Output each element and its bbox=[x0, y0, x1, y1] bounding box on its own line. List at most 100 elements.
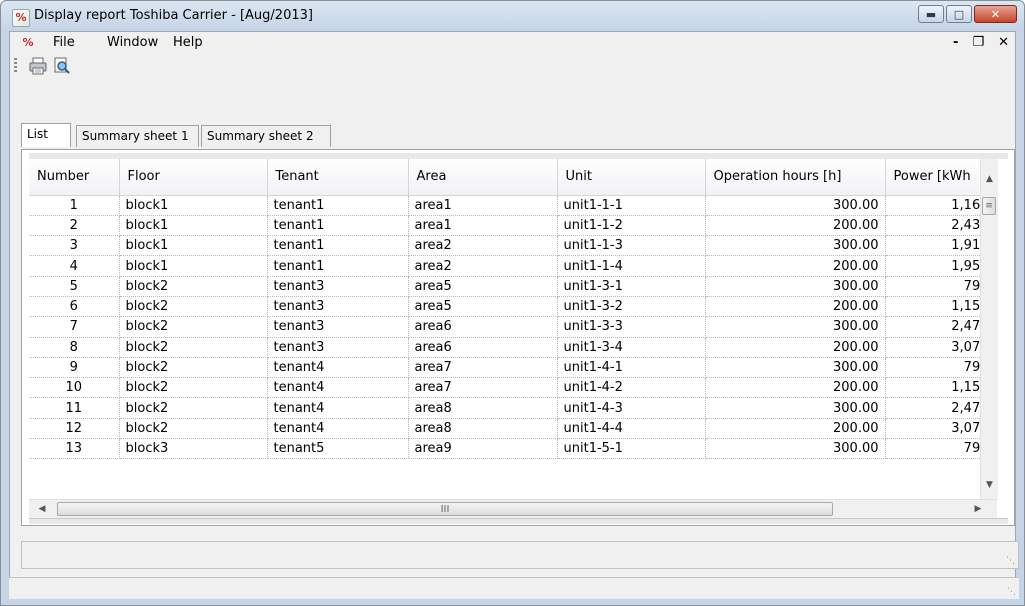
cell-area[interactable]: area8 bbox=[408, 397, 558, 419]
cell-area[interactable]: area2 bbox=[408, 255, 558, 277]
cell-tenant[interactable]: tenant4 bbox=[267, 377, 409, 399]
cell-unit[interactable]: unit1-3-4 bbox=[557, 337, 706, 358]
table-row[interactable]: 13 block3 tenant5 area9 unit1-5-1 300.00 797 bbox=[29, 438, 996, 460]
cell-unit[interactable]: unit1-3-3 bbox=[557, 316, 706, 338]
document-icon[interactable]: % bbox=[20, 35, 36, 51]
cell-tenant[interactable]: tenant1 bbox=[267, 235, 409, 257]
cell-floor[interactable]: block2 bbox=[119, 377, 268, 399]
table-row[interactable]: 7 block2 tenant3 area6 unit1-3-3 300.00 2,473 bbox=[29, 316, 996, 338]
column-header-tenant[interactable]: Tenant bbox=[267, 159, 409, 196]
cell-number[interactable]: 7 bbox=[29, 316, 120, 338]
cell-operation-hours[interactable]: 300.00 bbox=[705, 316, 886, 338]
scroll-up-arrow-icon[interactable]: ▲ bbox=[981, 171, 998, 188]
cell-operation-hours[interactable]: 300.00 bbox=[705, 195, 886, 216]
cell-operation-hours[interactable]: 200.00 bbox=[705, 296, 886, 318]
cell-unit[interactable]: unit1-4-1 bbox=[557, 357, 706, 379]
cell-number[interactable]: 12 bbox=[29, 418, 120, 440]
column-header-unit[interactable]: Unit bbox=[557, 159, 706, 196]
cell-operation-hours[interactable]: 300.00 bbox=[705, 235, 886, 257]
table-row[interactable]: 8 block2 tenant3 area6 unit1-3-4 200.00 3,075 bbox=[29, 337, 996, 358]
cell-unit[interactable]: unit1-3-2 bbox=[557, 296, 706, 318]
cell-unit[interactable]: unit1-1-1 bbox=[557, 195, 706, 216]
cell-tenant[interactable]: tenant5 bbox=[267, 438, 409, 460]
cell-operation-hours[interactable]: 300.00 bbox=[705, 276, 886, 297]
cell-tenant[interactable]: tenant4 bbox=[267, 357, 409, 379]
cell-floor[interactable]: block2 bbox=[119, 337, 268, 358]
cell-area[interactable]: area6 bbox=[408, 316, 558, 338]
cell-floor[interactable]: block1 bbox=[119, 235, 268, 257]
cell-number[interactable]: 3 bbox=[29, 235, 120, 257]
table-row[interactable]: 5 block2 tenant3 area5 unit1-3-1 300.00 797 bbox=[29, 276, 996, 297]
cell-floor[interactable]: block3 bbox=[119, 438, 268, 460]
cell-floor[interactable]: block2 bbox=[119, 357, 268, 379]
cell-number[interactable]: 1 bbox=[29, 195, 120, 216]
cell-tenant[interactable]: tenant1 bbox=[267, 255, 409, 277]
table-row[interactable]: 3 block1 tenant1 area2 unit1-1-3 300.00 1,919 bbox=[29, 235, 996, 257]
table-row[interactable]: 6 block2 tenant3 area5 unit1-3-2 200.00 1,153 bbox=[29, 296, 996, 318]
cell-tenant[interactable]: tenant1 bbox=[267, 215, 409, 237]
cell-power[interactable]: 2,473 bbox=[885, 397, 996, 419]
table-row[interactable]: 10 block2 tenant4 area7 unit1-4-2 200.00 1,153 bbox=[29, 377, 996, 399]
cell-number[interactable]: 8 bbox=[29, 337, 120, 358]
cell-power[interactable]: 2,434 bbox=[885, 215, 996, 237]
bottom-splitter[interactable] bbox=[29, 518, 1008, 524]
toolbar-grip[interactable] bbox=[14, 58, 17, 74]
cell-power[interactable]: 1,953 bbox=[885, 255, 996, 277]
table-row[interactable]: 4 block1 tenant1 area2 unit1-1-4 200.00 1,953 bbox=[29, 255, 996, 277]
cell-power[interactable]: 797 bbox=[885, 357, 996, 379]
cell-number[interactable]: 6 bbox=[29, 296, 120, 318]
scroll-left-arrow-icon[interactable]: ◀ bbox=[33, 500, 51, 518]
cell-power[interactable]: 1,153 bbox=[885, 296, 996, 318]
cell-tenant[interactable]: tenant4 bbox=[267, 397, 409, 419]
cell-operation-hours[interactable]: 200.00 bbox=[705, 377, 886, 399]
cell-tenant[interactable]: tenant3 bbox=[267, 296, 409, 318]
cell-floor[interactable]: block2 bbox=[119, 316, 268, 338]
column-header-area[interactable]: Area bbox=[408, 159, 558, 196]
scroll-down-arrow-icon[interactable]: ▼ bbox=[981, 477, 998, 494]
cell-unit[interactable]: unit1-1-3 bbox=[557, 235, 706, 257]
cell-floor[interactable]: block1 bbox=[119, 215, 268, 237]
tab-summary-sheet-1[interactable]: Summary sheet 1 bbox=[76, 125, 199, 147]
cell-number[interactable]: 10 bbox=[29, 377, 120, 399]
menu-file[interactable]: File bbox=[53, 35, 75, 50]
cell-power[interactable]: 1,919 bbox=[885, 235, 996, 257]
cell-area[interactable]: area5 bbox=[408, 296, 558, 318]
horizontal-scroll-thumb[interactable]: III bbox=[57, 502, 833, 516]
cell-tenant[interactable]: tenant3 bbox=[267, 316, 409, 338]
cell-operation-hours[interactable]: 200.00 bbox=[705, 337, 886, 358]
horizontal-scrollbar[interactable]: ◀ III ▶ bbox=[29, 499, 997, 518]
cell-number[interactable]: 11 bbox=[29, 397, 120, 419]
column-header-number[interactable]: Number bbox=[29, 159, 120, 196]
cell-number[interactable]: 5 bbox=[29, 276, 120, 297]
cell-operation-hours[interactable]: 200.00 bbox=[705, 215, 886, 237]
cell-floor[interactable]: block1 bbox=[119, 255, 268, 277]
cell-area[interactable]: area7 bbox=[408, 357, 558, 379]
cell-floor[interactable]: block1 bbox=[119, 195, 268, 216]
mdi-minimize-button[interactable]: - bbox=[953, 35, 958, 50]
cell-operation-hours[interactable]: 300.00 bbox=[705, 357, 886, 379]
close-button[interactable]: ✕ bbox=[974, 5, 1017, 23]
cell-operation-hours[interactable]: 200.00 bbox=[705, 418, 886, 440]
cell-unit[interactable]: unit1-4-2 bbox=[557, 377, 706, 399]
cell-tenant[interactable]: tenant3 bbox=[267, 337, 409, 358]
cell-unit[interactable]: unit1-5-1 bbox=[557, 438, 706, 460]
cell-power[interactable]: 2,473 bbox=[885, 316, 996, 338]
cell-number[interactable]: 13 bbox=[29, 438, 120, 460]
table-row[interactable]: 1 block1 tenant1 area1 unit1-1-1 300.00 1,162 bbox=[29, 195, 996, 216]
cell-power[interactable]: 1,153 bbox=[885, 377, 996, 399]
cell-area[interactable]: area8 bbox=[408, 418, 558, 440]
table-row[interactable]: 9 block2 tenant4 area7 unit1-4-1 300.00 797 bbox=[29, 357, 996, 379]
cell-power[interactable]: 797 bbox=[885, 438, 996, 460]
column-header-power[interactable]: Power [kWh bbox=[885, 159, 996, 196]
cell-floor[interactable]: block2 bbox=[119, 276, 268, 297]
cell-tenant[interactable]: tenant1 bbox=[267, 195, 409, 216]
scroll-right-arrow-icon[interactable]: ▶ bbox=[969, 500, 987, 518]
cell-area[interactable]: area2 bbox=[408, 235, 558, 257]
cell-area[interactable]: area6 bbox=[408, 337, 558, 358]
table-row[interactable]: 11 block2 tenant4 area8 unit1-4-3 300.00 2,473 bbox=[29, 397, 996, 419]
cell-power[interactable]: 3,075 bbox=[885, 418, 996, 440]
column-header-operation-hours[interactable]: Operation hours [h] bbox=[705, 159, 886, 196]
tab-summary-sheet-2[interactable]: Summary sheet 2 bbox=[201, 125, 331, 147]
table-row[interactable]: 12 block2 tenant4 area8 unit1-4-4 200.00 3,075 bbox=[29, 418, 996, 440]
cell-floor[interactable]: block2 bbox=[119, 397, 268, 419]
